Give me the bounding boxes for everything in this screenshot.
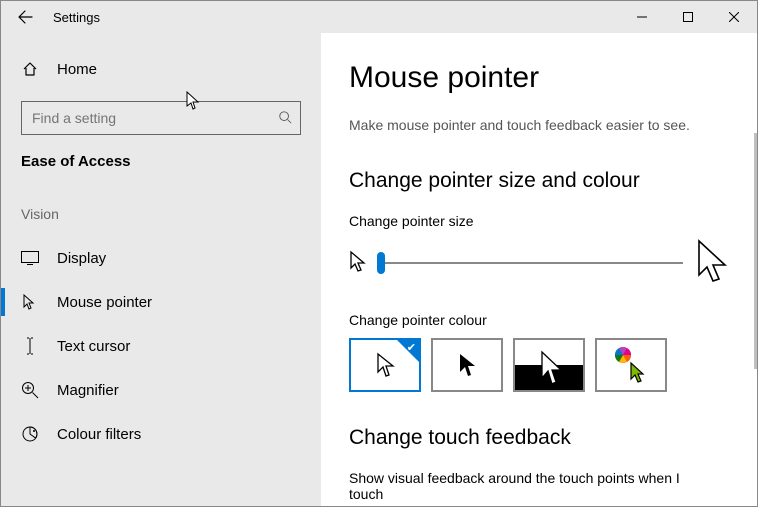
- sidebar-item-label: Colour filters: [57, 426, 141, 443]
- pointer-colour-options: ✔: [349, 338, 729, 392]
- check-icon: ✔: [407, 341, 416, 354]
- sidebar-item-colour-filters[interactable]: Colour filters: [1, 412, 321, 456]
- scrollbar[interactable]: [754, 133, 757, 369]
- section-heading-size-colour: Change pointer size and colour: [349, 169, 729, 193]
- home-icon: [21, 61, 39, 77]
- sidebar-item-magnifier[interactable]: Magnifier: [1, 368, 321, 412]
- sidebar-item-mouse-pointer[interactable]: Mouse pointer: [1, 280, 321, 324]
- page-subtitle: Make mouse pointer and touch feedback ea…: [349, 117, 729, 133]
- sidebar-item-label: Display: [57, 250, 106, 267]
- main-panel: Mouse pointer Make mouse pointer and tou…: [321, 33, 757, 506]
- sidebar: Home Ease of Access Vision Display Mouse…: [1, 33, 321, 506]
- mouse-pointer-icon: [21, 293, 39, 311]
- maximize-icon: [683, 12, 693, 22]
- pointer-colour-label: Change pointer colour: [349, 312, 729, 328]
- pointer-colour-white[interactable]: ✔: [349, 338, 421, 392]
- section-heading-touch-feedback: Change touch feedback: [349, 426, 729, 450]
- pointer-size-slider-row: [349, 239, 729, 286]
- page-title: Mouse pointer: [349, 61, 729, 95]
- search-input[interactable]: [30, 109, 278, 127]
- pointer-size-label: Change pointer size: [349, 213, 729, 229]
- back-button[interactable]: [1, 1, 49, 33]
- pointer-colour-custom[interactable]: [595, 338, 667, 392]
- display-icon: [21, 251, 39, 265]
- sidebar-home[interactable]: Home: [1, 49, 321, 89]
- sidebar-item-label: Magnifier: [57, 382, 119, 399]
- close-icon: [729, 12, 739, 22]
- slider-thumb[interactable]: [377, 252, 385, 274]
- title-bar: Settings: [1, 1, 757, 33]
- settings-group-vision: Vision: [1, 206, 321, 222]
- close-button[interactable]: [711, 1, 757, 33]
- touch-feedback-description: Show visual feedback around the touch po…: [349, 470, 709, 502]
- window-title: Settings: [49, 10, 100, 25]
- maximize-button[interactable]: [665, 1, 711, 33]
- minimize-button[interactable]: [619, 1, 665, 33]
- pointer-size-slider[interactable]: [379, 262, 683, 264]
- magnifier-icon: [21, 381, 39, 399]
- sidebar-item-display[interactable]: Display: [1, 236, 321, 280]
- colour-filters-icon: [21, 425, 39, 443]
- pointer-colour-inverted[interactable]: [513, 338, 585, 392]
- minimize-icon: [637, 12, 647, 22]
- sidebar-item-label: Text cursor: [57, 338, 130, 355]
- back-arrow-icon: [17, 9, 33, 25]
- large-cursor-icon: [695, 239, 729, 286]
- sidebar-item-text-cursor[interactable]: Text cursor: [1, 324, 321, 368]
- small-cursor-icon: [349, 250, 367, 275]
- search-box[interactable]: [21, 101, 301, 135]
- sidebar-item-label: Mouse pointer: [57, 294, 152, 311]
- search-icon: [278, 110, 292, 127]
- pointer-colour-black[interactable]: [431, 338, 503, 392]
- sidebar-home-label: Home: [57, 61, 97, 78]
- text-cursor-icon: [21, 337, 39, 355]
- settings-category: Ease of Access: [1, 153, 321, 170]
